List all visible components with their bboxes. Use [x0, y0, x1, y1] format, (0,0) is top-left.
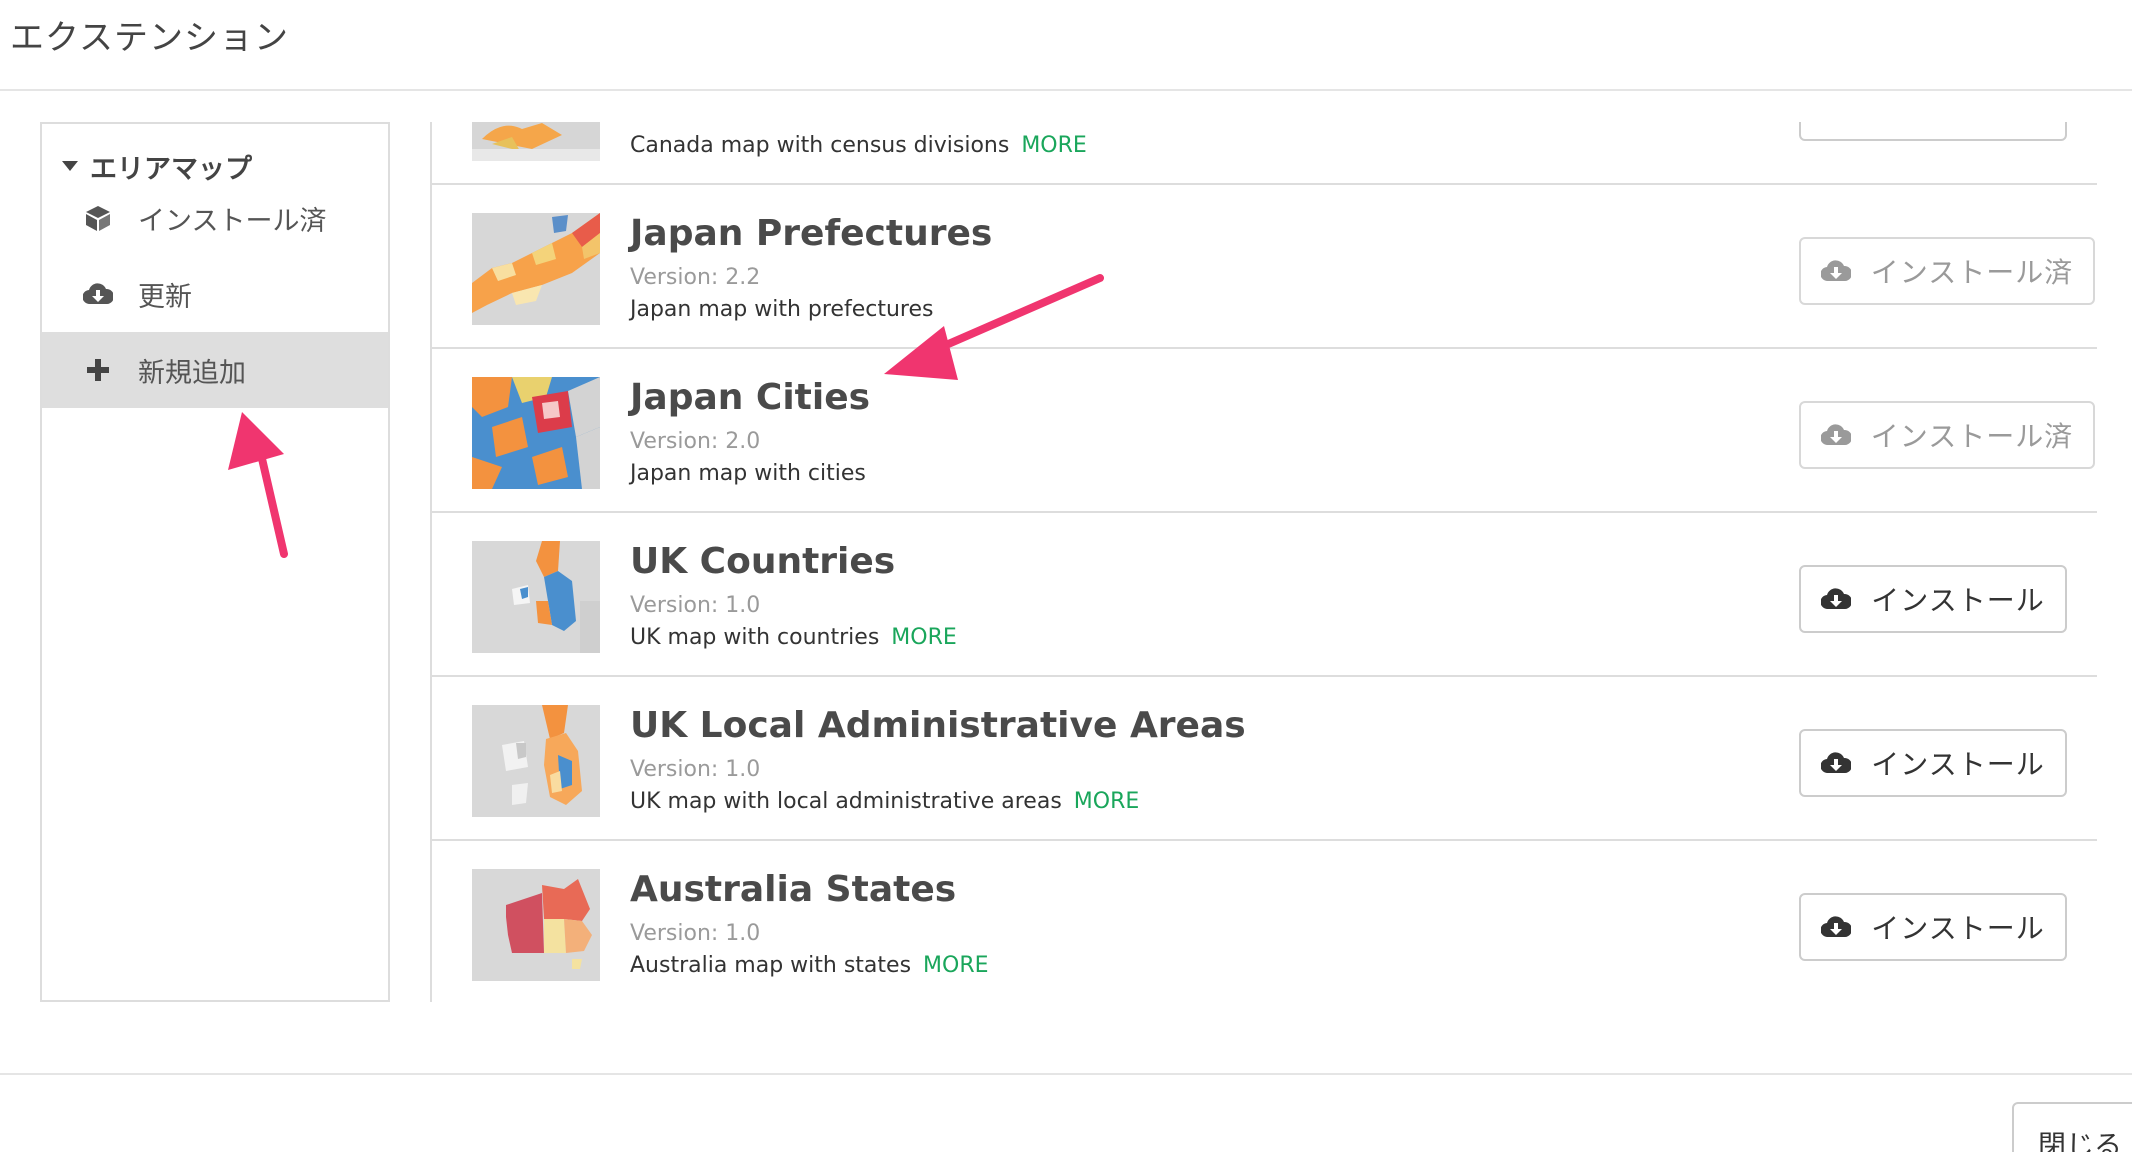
- extension-list: Canada map with census divisions MORE Jap…: [430, 122, 2097, 1002]
- button-label: インストール: [1871, 584, 2045, 617]
- extension-description: UK map with local administrative areas MO…: [630, 789, 1140, 814]
- extension-description: Japan map with prefectures: [630, 297, 934, 322]
- more-link[interactable]: MORE: [891, 625, 956, 650]
- extensions-dialog: エクステンション エリアマップ インストール済 更新 新規追加 Canada m…: [0, 0, 2132, 1152]
- extension-name: Japan Prefectures: [630, 213, 993, 254]
- extension-version: Version: 2.2: [630, 265, 761, 290]
- sidebar-item-label: インストール済: [138, 205, 327, 237]
- cloud-download-icon: [1820, 257, 1853, 285]
- button-label: インストール: [1871, 748, 2045, 781]
- button-label: インストール済: [1870, 420, 2074, 453]
- sidebar-item-label: 新規追加: [138, 357, 246, 389]
- extension-row-japan-cities: Japan Cities Version: 2.0 Japan map with…: [432, 349, 2097, 513]
- sidebar-item-add-new[interactable]: 新規追加: [42, 332, 388, 408]
- sidebar-item-update[interactable]: 更新: [42, 256, 388, 332]
- extension-version: Version: 1.0: [630, 593, 761, 618]
- cloud-download-icon: [82, 278, 114, 310]
- extension-row-japan-prefectures: Japan Prefectures Version: 2.2 Japan map…: [432, 185, 2097, 349]
- more-link[interactable]: MORE: [923, 953, 988, 978]
- sidebar: エリアマップ インストール済 更新 新規追加: [40, 122, 390, 1002]
- canada-button-partial[interactable]: [1799, 122, 2067, 141]
- extension-row-uk-countries: UK Countries Version: 1.0 UK map with co…: [432, 513, 2097, 677]
- installed-button[interactable]: インストール済: [1799, 237, 2095, 305]
- button-label: インストール済: [1870, 256, 2074, 289]
- extension-row-canada: Canada map with census divisions MORE: [432, 122, 2097, 185]
- install-button[interactable]: インストール: [1799, 893, 2067, 961]
- extension-description: Japan map with cities: [630, 461, 866, 486]
- extension-name: Japan Cities: [630, 377, 871, 418]
- extension-version: Version: 1.0: [630, 757, 761, 782]
- cube-icon: [82, 202, 114, 234]
- extension-name: UK Local Administrative Areas: [630, 705, 1246, 746]
- extension-row-australia-states: Australia States Version: 1.0 Australia …: [432, 841, 2097, 1002]
- button-label: インストール: [1871, 912, 2045, 945]
- cloud-download-icon: [1821, 585, 1853, 613]
- extension-description: Canada map with census divisions MORE: [630, 133, 1087, 158]
- install-button[interactable]: インストール: [1799, 565, 2067, 633]
- caret-down-icon: [62, 161, 78, 171]
- extension-row-uk-local-areas: UK Local Administrative Areas Version: 1…: [432, 677, 2097, 841]
- japan-cities-map-thumbnail: [472, 377, 600, 489]
- japan-prefectures-map-thumbnail: [472, 213, 600, 325]
- australia-states-map-thumbnail: [472, 869, 600, 981]
- cloud-download-icon: [1821, 749, 1853, 777]
- uk-countries-map-thumbnail: [472, 541, 600, 653]
- more-link[interactable]: MORE: [1021, 133, 1086, 158]
- extension-version: Version: 1.0: [630, 921, 761, 946]
- cloud-download-icon: [1821, 913, 1853, 941]
- install-button[interactable]: インストール: [1799, 729, 2067, 797]
- dialog-title: エクステンション: [10, 18, 289, 58]
- sidebar-item-installed[interactable]: インストール済: [42, 180, 388, 256]
- extension-name: UK Countries: [630, 541, 896, 582]
- more-link[interactable]: MORE: [1074, 789, 1139, 814]
- close-button[interactable]: 閉じる: [2012, 1102, 2132, 1152]
- extension-description: Australia map with states MORE: [630, 953, 989, 978]
- sidebar-item-label: 更新: [138, 281, 192, 313]
- extension-name: Australia States: [630, 869, 957, 910]
- footer-divider: [0, 1073, 2132, 1075]
- extension-description: UK map with countries MORE: [630, 625, 957, 650]
- cloud-download-icon: [1820, 421, 1853, 449]
- extension-version: Version: 2.0: [630, 429, 761, 454]
- canada-map-thumbnail: [472, 122, 600, 161]
- plus-icon: [82, 354, 114, 386]
- header-divider: [0, 89, 2132, 91]
- installed-button[interactable]: インストール済: [1799, 401, 2095, 469]
- uk-local-areas-map-thumbnail: [472, 705, 600, 817]
